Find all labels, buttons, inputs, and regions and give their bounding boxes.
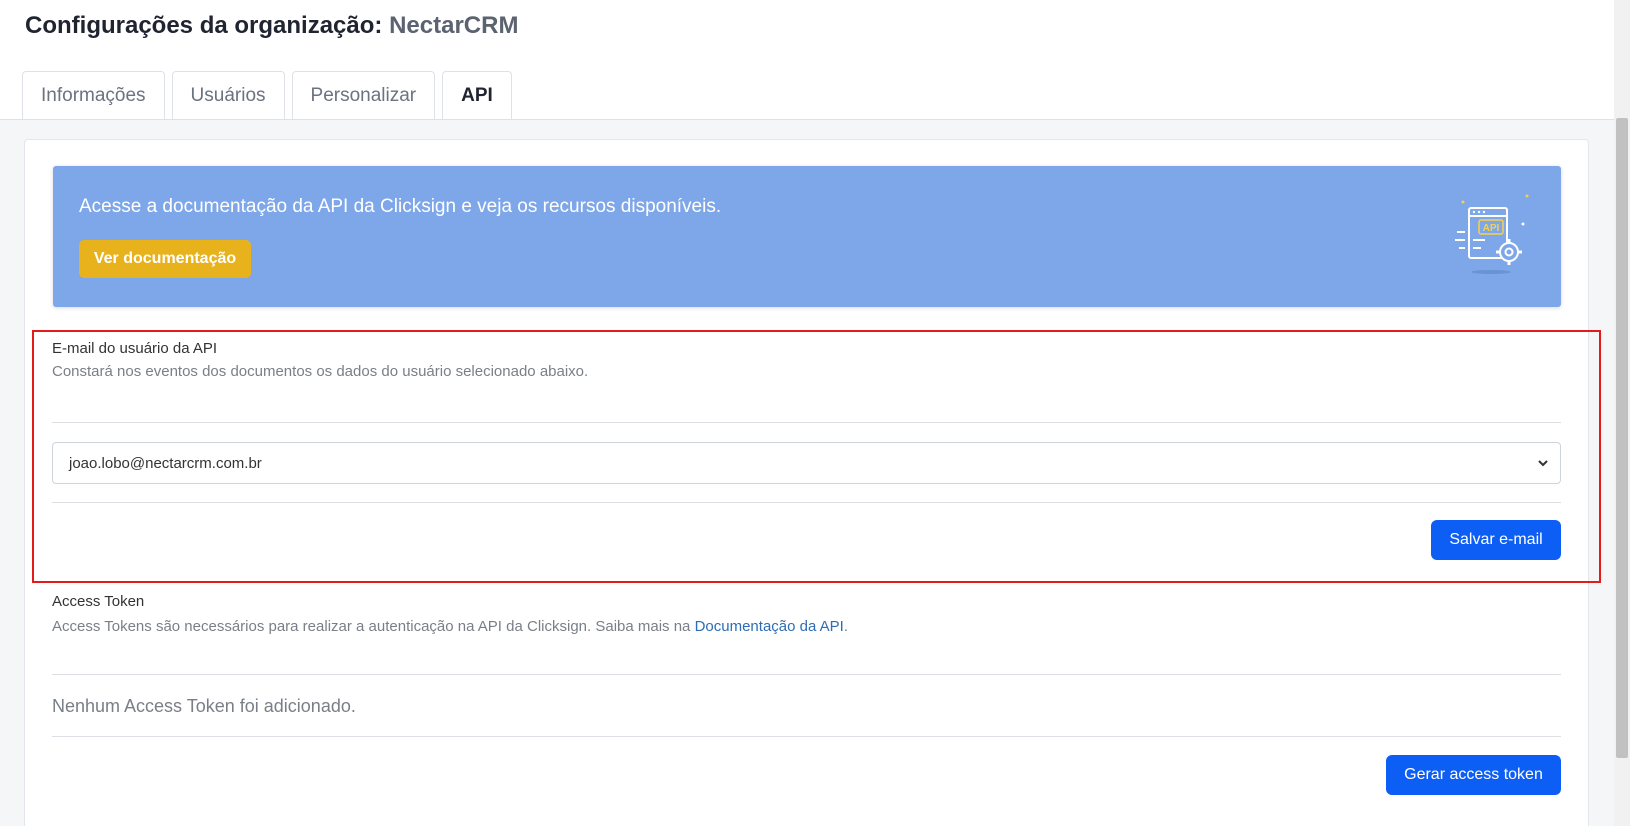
empty-token-message: Nenhum Access Token foi adicionado. [52, 696, 356, 716]
email-section-label: E-mail do usuário da API [52, 340, 218, 357]
api-documentation-link[interactable]: Documentação da API [695, 618, 844, 635]
email-top-divider [52, 422, 1561, 423]
token-description-text: Access Tokens são necessários para reali… [52, 618, 691, 635]
api-user-email-select[interactable]: joao.lobo@nectarcrm.com.br [52, 442, 1561, 484]
token-section-label: Access Token [52, 593, 145, 610]
save-email-button[interactable]: Salvar e-mail [1431, 520, 1561, 560]
token-description-end: . [843, 618, 849, 635]
token-top-divider [52, 674, 1561, 675]
email-section-description: Constará nos eventos dos documentos os d… [52, 363, 589, 380]
tab-informacoes[interactable]: Informações [22, 71, 165, 120]
selected-email-value: joao.lobo@nectarcrm.com.br [69, 454, 262, 472]
banner-text: Acesse a documentação da API da Clicksig… [79, 196, 722, 217]
token-section-description: Access Tokens são necessários para reali… [52, 618, 848, 635]
page-title-prefix: Configurações da organização: [25, 12, 383, 39]
api-settings-illustration-icon: API [1455, 194, 1529, 274]
tab-bar: Informações Usuários Personalizar API [22, 71, 512, 120]
scrollbar-thumb[interactable] [1616, 118, 1628, 758]
email-bottom-divider [52, 502, 1561, 503]
tab-api[interactable]: API [442, 71, 512, 120]
chevron-down-icon [1538, 460, 1548, 467]
tab-usuarios[interactable]: Usuários [171, 71, 285, 120]
page-title: Configurações da organização: NectarCRM [25, 12, 518, 40]
illustration-label: API [1483, 223, 1500, 234]
token-bottom-divider [52, 736, 1561, 737]
tab-divider [0, 119, 1614, 120]
generate-access-token-button[interactable]: Gerar access token [1386, 755, 1561, 795]
api-docs-banner: Acesse a documentação da API da Clicksig… [53, 166, 1561, 307]
tab-personalizar[interactable]: Personalizar [291, 71, 436, 120]
view-documentation-button[interactable]: Ver documentação [79, 240, 251, 278]
org-name: NectarCRM [389, 12, 519, 39]
